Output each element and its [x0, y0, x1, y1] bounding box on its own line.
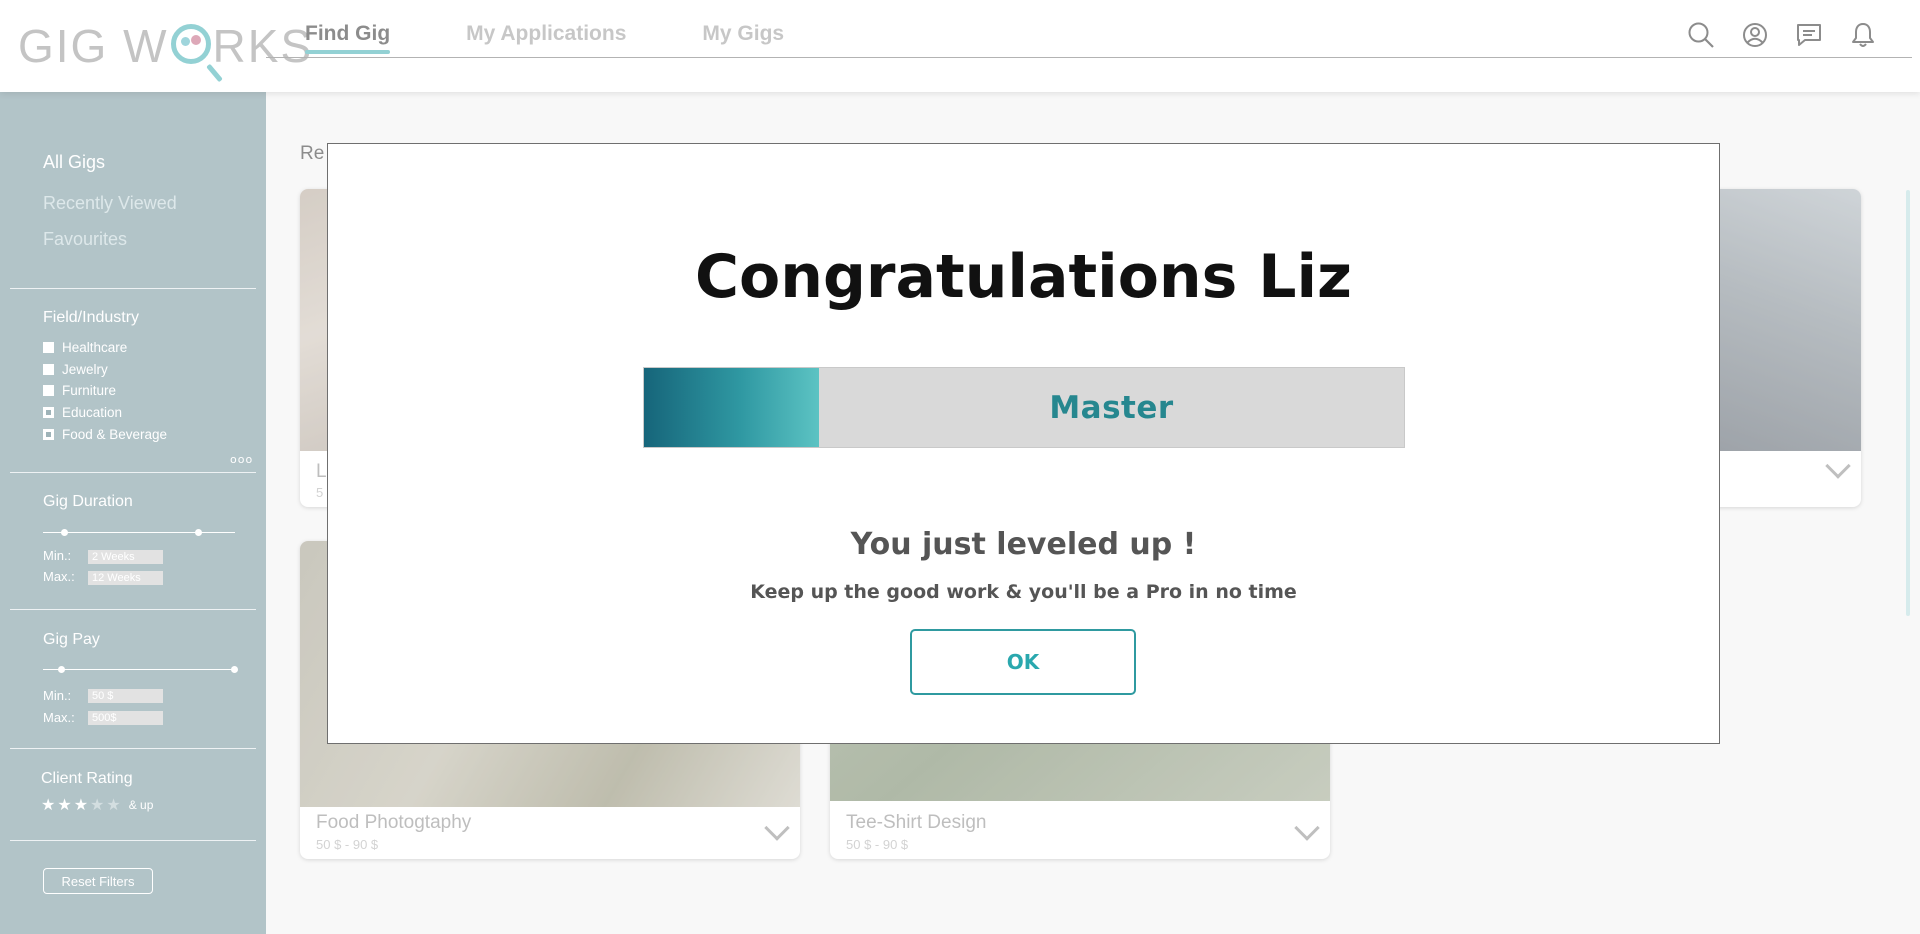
- modal-message: Keep up the good work & you'll be a Pro …: [750, 581, 1297, 603]
- level-label: Master: [1049, 389, 1174, 426]
- modal-title: Congratulations Liz: [695, 242, 1352, 312]
- level-up-modal: Congratulations Liz Master You just leve…: [327, 143, 1720, 744]
- level-progress-fill: [644, 368, 819, 447]
- level-progress-bar: Master: [643, 367, 1405, 448]
- ok-button[interactable]: OK: [910, 629, 1136, 695]
- modal-subtitle: You just leveled up !: [850, 527, 1197, 562]
